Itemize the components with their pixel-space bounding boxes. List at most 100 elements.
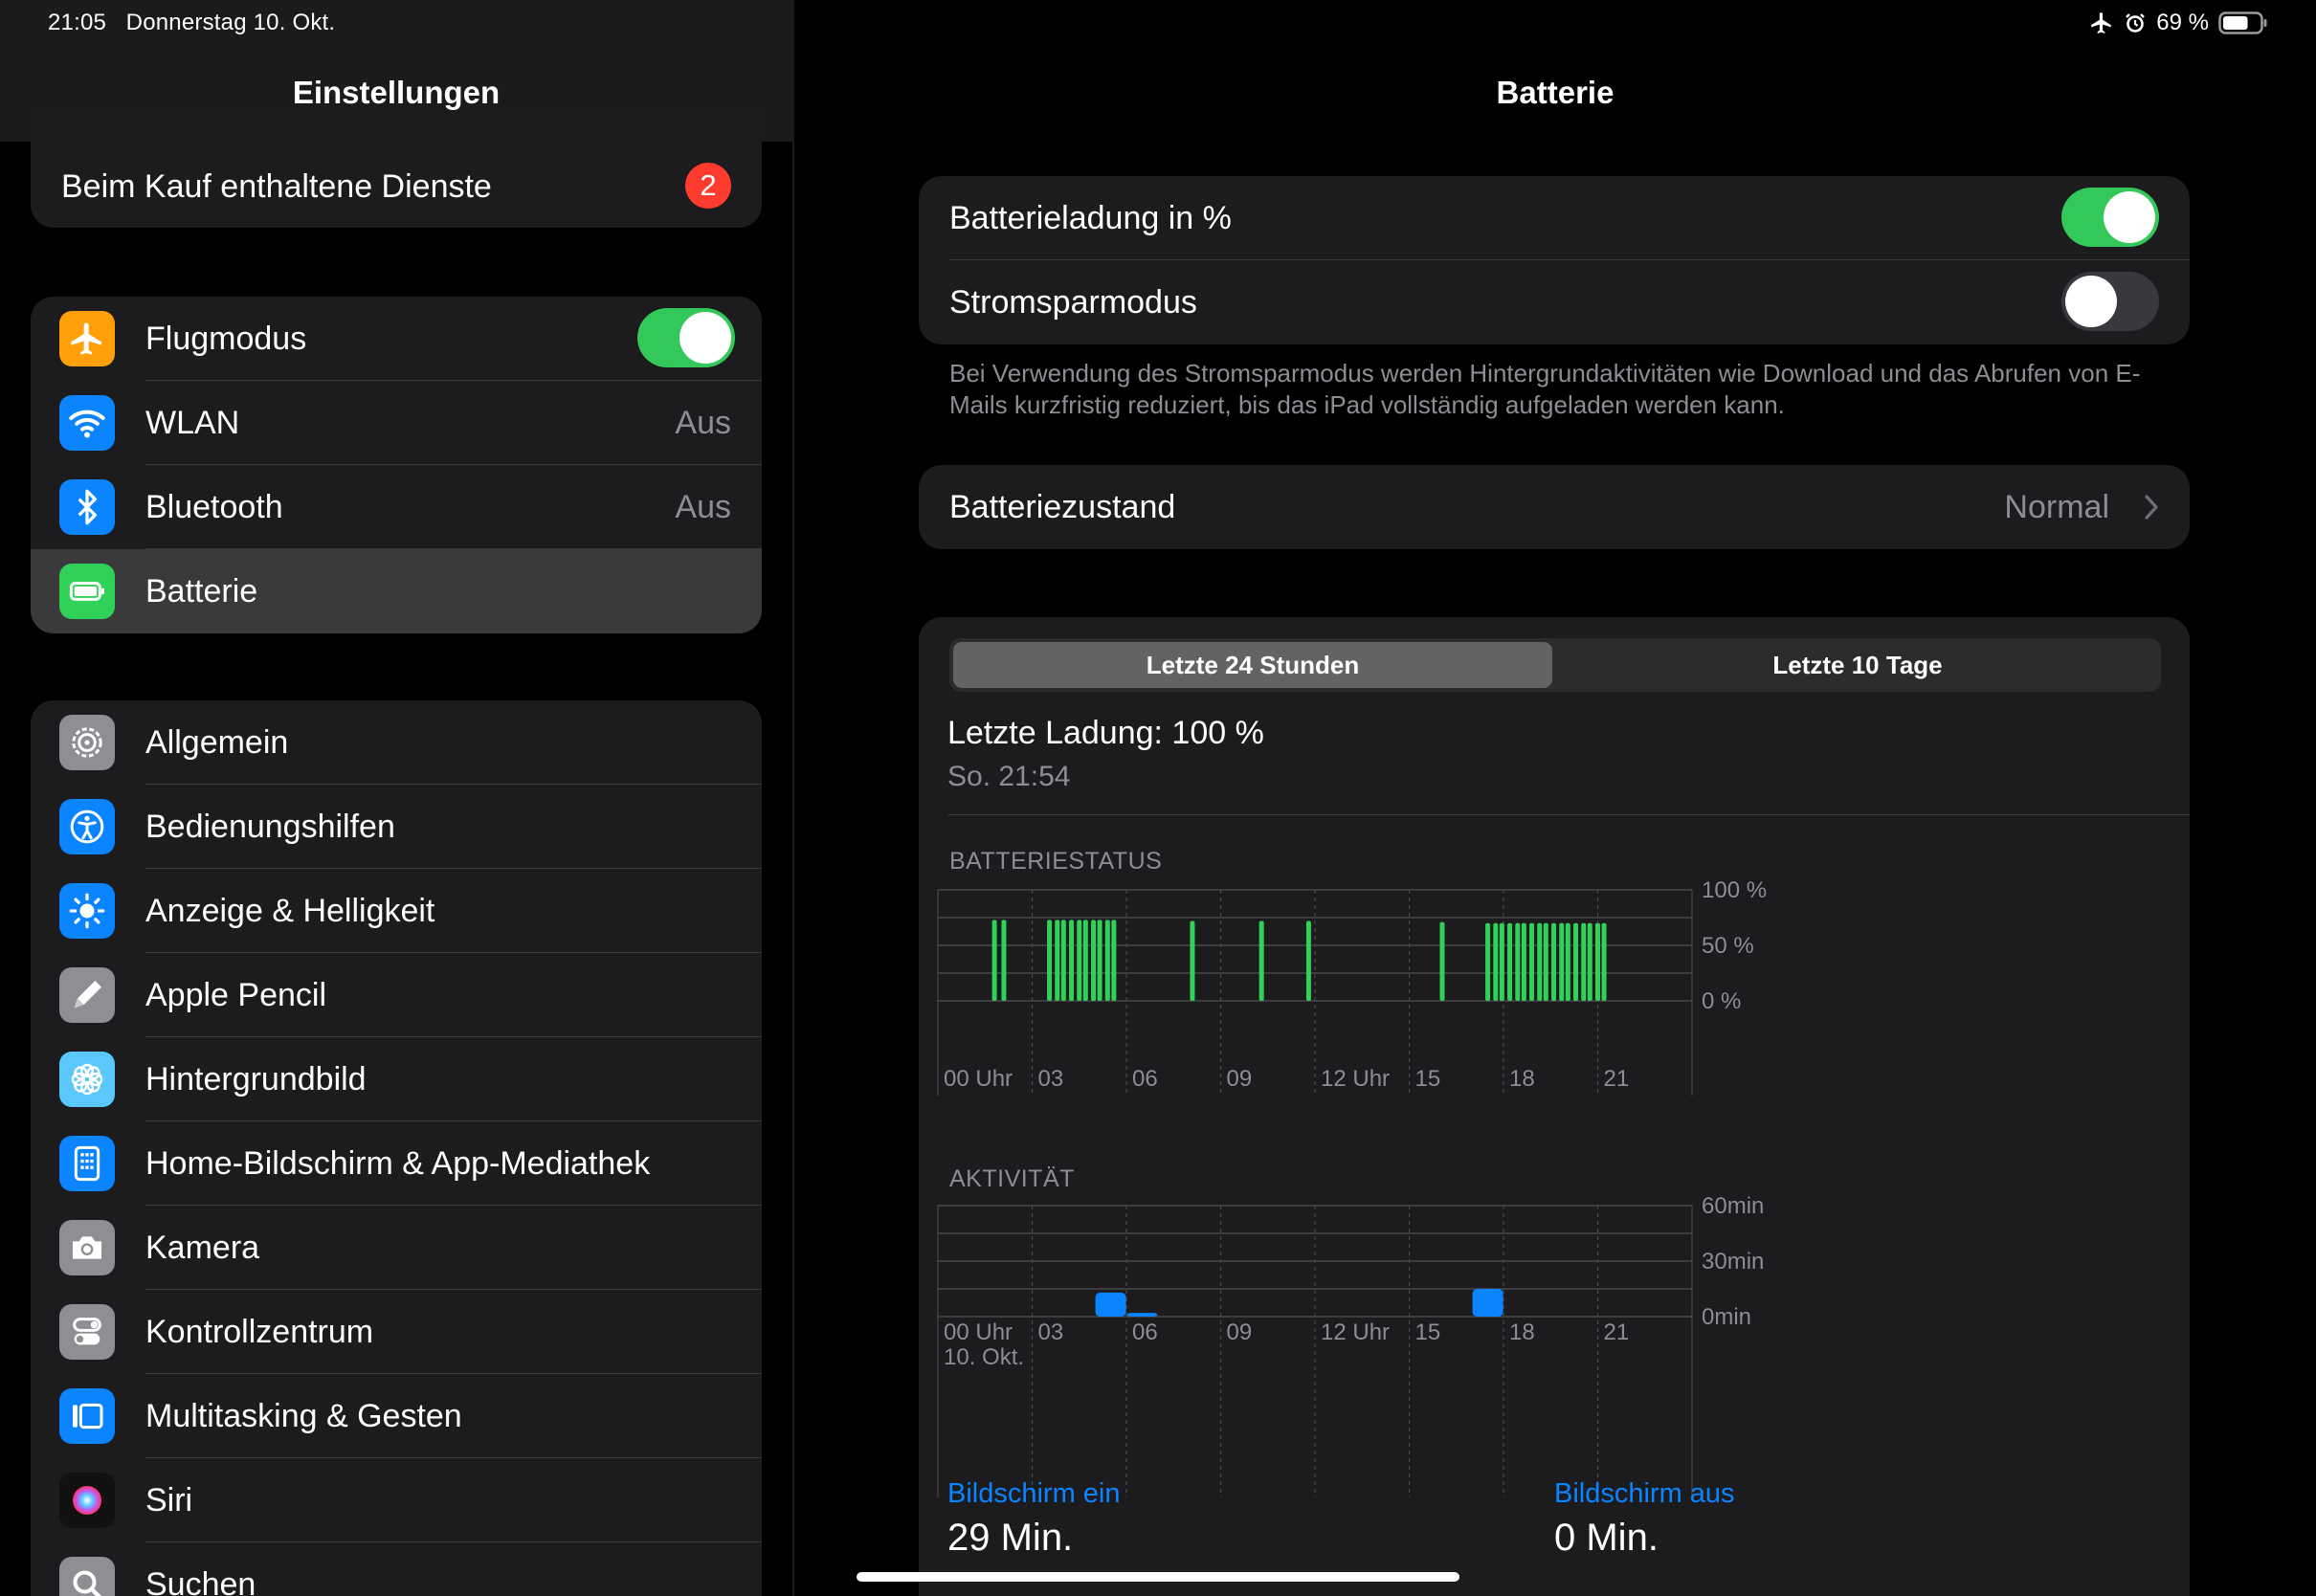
gear-icon (59, 715, 115, 770)
status-right: 69 % (2089, 10, 2268, 36)
sidebar-item-siri[interactable]: Siri (31, 1458, 762, 1542)
sidebar-item-multitasking-gesten[interactable]: Multitasking & Gesten (31, 1374, 762, 1458)
sidebar-item-flugmodus[interactable]: Flugmodus (31, 297, 762, 381)
sidebar-item-kamera[interactable]: Kamera (31, 1206, 762, 1290)
battery-settings-card: Batterieladung in % Stromsparmodus (919, 176, 2190, 344)
chart-bar (1595, 922, 1600, 1001)
last-charge-text: Letzte Ladung: 100 % (947, 715, 1264, 751)
activity-chart: 00 Uhr 03 06 09 12 Uhr 15 18 21 60min 30min 0min 10… (937, 1193, 1764, 1497)
chart-bar (1581, 922, 1587, 1001)
chart-bar (1047, 920, 1053, 1001)
chart-bar (991, 920, 997, 1001)
sidebar-item-label: Bedienungshilfen (145, 808, 395, 845)
sidebar-item-batterie[interactable]: Batterie (31, 549, 762, 633)
sidebar-item-allgemein[interactable]: Allgemein (31, 700, 762, 785)
chevron-right-icon (2145, 495, 2158, 520)
chart-bar (1069, 920, 1075, 1001)
low-power-label: Stromsparmodus (949, 283, 1197, 321)
services-group: Beim Kauf enthaltene Dienste 2 (31, 113, 762, 228)
x-tick-label: 03 (1038, 1319, 1064, 1345)
home-screen-icon (59, 1136, 115, 1191)
chart-bar (1573, 922, 1579, 1001)
flugmodus-toggle[interactable] (637, 308, 735, 367)
sidebar-item-label: Anzeige & Helligkeit (145, 892, 435, 929)
x-tick-label: 00 Uhr (944, 1319, 1013, 1345)
services-row[interactable]: Beim Kauf enthaltene Dienste 2 (31, 113, 762, 228)
chart-bar (1091, 920, 1097, 1001)
y-tick-label: 60min (1702, 1193, 1764, 1219)
x-tick-label: 18 (1509, 1319, 1535, 1345)
chart-bar (1543, 922, 1548, 1001)
chart-bar (1055, 920, 1060, 1001)
segment-last-24h[interactable]: Letzte 24 Stunden (953, 642, 1552, 688)
x-tick-label: 12 Uhr (1321, 1066, 1390, 1092)
chart-bar (1190, 920, 1195, 1001)
sidebar-item-apple-pencil[interactable]: Apple Pencil (31, 953, 762, 1037)
x-tick-label: 12 Uhr (1321, 1319, 1390, 1345)
x-tick-label: 21 (1604, 1319, 1630, 1345)
connectivity-group: Flugmodus WLAN Aus Bluetooth Aus Batterie (31, 297, 762, 633)
segment-last-10d[interactable]: Letzte 10 Tage (1558, 642, 2157, 688)
section-separator (947, 814, 2190, 815)
sidebar-item-anzeige-helligkeit[interactable]: Anzeige & Helligkeit (31, 869, 762, 953)
sidebar-item-suchen[interactable]: Suchen (31, 1542, 762, 1596)
multitasking-icon (59, 1388, 115, 1444)
sidebar-item-hintergrundbild[interactable]: Hintergrundbild (31, 1037, 762, 1121)
search-icon (59, 1557, 115, 1596)
chart-bar (1537, 922, 1543, 1001)
sidebar-item-label: WLAN (145, 404, 240, 441)
last-charge-time: So. 21:54 (947, 761, 1071, 792)
battery-icon (59, 564, 115, 619)
detail-pane: 69 % Batterie Batterieladung in % Stroms… (794, 0, 2316, 1596)
chart-bar (1095, 1292, 1126, 1317)
sidebar-title: Einstellungen (292, 75, 501, 110)
chart-bar (1587, 922, 1592, 1001)
battery-health-label: Batteriezustand (949, 488, 1176, 525)
sidebar-item-value: Aus (675, 404, 731, 441)
sidebar-item-kontrollzentrum[interactable]: Kontrollzentrum (31, 1290, 762, 1374)
y-tick-label: 0 % (1702, 988, 1741, 1014)
battery-health-row[interactable]: Batteriezustand Normal (919, 465, 2190, 549)
chart-bar (1111, 920, 1117, 1001)
sidebar-item-label: Home-Bildschirm & App-Mediathek (145, 1144, 651, 1182)
screen-on-label: Bildschirm ein (947, 1478, 1121, 1509)
bluetooth-icon (59, 479, 115, 535)
detail-title: Batterie (1496, 75, 1615, 110)
switches-icon (59, 1304, 115, 1360)
sidebar-item-home-bildschirm-app-mediathek[interactable]: Home-Bildschirm & App-Mediathek (31, 1121, 762, 1206)
chart-bar (1082, 920, 1088, 1001)
sidebar-item-wlan[interactable]: WLAN Aus (31, 381, 762, 465)
siri-icon (59, 1473, 115, 1528)
x-tick-label: 15 (1415, 1319, 1441, 1345)
chart-bar (1126, 1313, 1158, 1317)
status-date: Donnerstag 10. Okt. (125, 10, 336, 35)
battery-health-card: Batteriezustand Normal (919, 465, 2190, 549)
camera-icon (59, 1220, 115, 1275)
battery-percent-toggle[interactable] (2061, 188, 2159, 247)
sidebar-item-value: Aus (675, 488, 731, 525)
sidebar-item-bedienungshilfen[interactable]: Bedienungshilfen (31, 785, 762, 869)
chart-bar (1439, 921, 1445, 1001)
sidebar-item-label: Siri (145, 1481, 193, 1518)
chart-bar (1104, 920, 1110, 1001)
sidebar-item-bluetooth[interactable]: Bluetooth Aus (31, 465, 762, 549)
time-range-segmented-control: Letzte 24 Stunden Letzte 10 Tage (949, 638, 2161, 692)
chart-bar (1565, 922, 1570, 1001)
screen-on-value: 29 Min. (947, 1517, 1074, 1559)
sidebar-item-label: Batterie (145, 572, 258, 610)
services-label: Beim Kauf enthaltene Dienste (61, 168, 492, 205)
x-tick-label: 09 (1227, 1066, 1253, 1092)
chart-bar (1507, 922, 1513, 1001)
low-power-toggle[interactable] (2061, 272, 2159, 331)
x-tick-label: 09 (1227, 1319, 1253, 1345)
sidebar: 21:05 Donnerstag 10. Okt. Einstellungen … (0, 0, 792, 1596)
airplane-icon (2091, 12, 2112, 33)
alarm-icon (2126, 13, 2146, 33)
home-indicator[interactable] (857, 1572, 1459, 1582)
toggle-knob (2065, 276, 2117, 327)
sidebar-item-label: Flugmodus (145, 320, 307, 357)
sidebar-item-label: Kamera (145, 1229, 260, 1266)
toggle-knob (2104, 191, 2155, 243)
status-time-date: 21:05 Donnerstag 10. Okt. (48, 10, 335, 36)
activity-caption: AKTIVITÄT (949, 1165, 1075, 1192)
